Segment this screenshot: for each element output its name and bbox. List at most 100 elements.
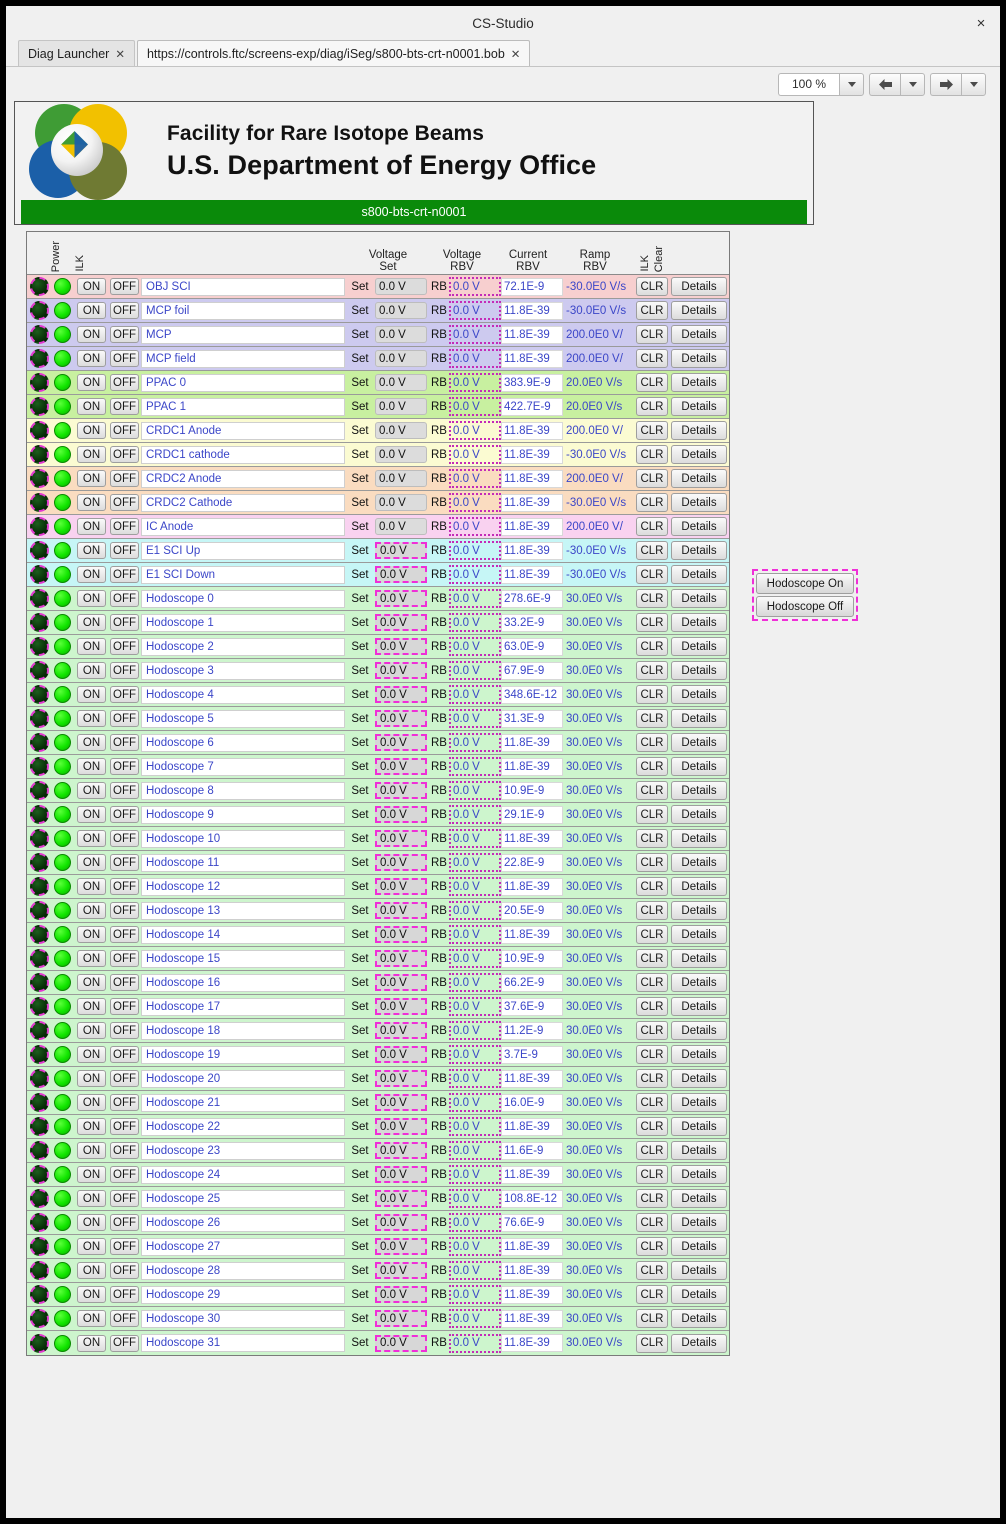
- on-button[interactable]: ON: [77, 1214, 106, 1231]
- zoom-value[interactable]: 100 %: [778, 72, 839, 96]
- clr-button[interactable]: CLR: [636, 445, 668, 464]
- clr-button[interactable]: CLR: [636, 1213, 668, 1232]
- hodoscope-on-button[interactable]: Hodoscope On: [756, 573, 854, 594]
- voltage-set-input[interactable]: 0.0 V: [375, 374, 427, 391]
- on-button[interactable]: ON: [77, 278, 106, 295]
- off-button[interactable]: OFF: [110, 1262, 139, 1279]
- on-button[interactable]: ON: [77, 1046, 106, 1063]
- forward-button[interactable]: [930, 72, 961, 96]
- hodoscope-off-button[interactable]: Hodoscope Off: [756, 596, 854, 617]
- tab-screen-bob[interactable]: https://controls.ftc/screens-exp/diag/iS…: [136, 40, 531, 66]
- on-button[interactable]: ON: [77, 1262, 106, 1279]
- details-button[interactable]: Details: [671, 421, 727, 440]
- off-button[interactable]: OFF: [110, 1166, 139, 1183]
- off-button[interactable]: OFF: [110, 902, 139, 919]
- on-button[interactable]: ON: [77, 758, 106, 775]
- on-button[interactable]: ON: [77, 1190, 106, 1207]
- on-button[interactable]: ON: [77, 374, 106, 391]
- details-button[interactable]: Details: [671, 1237, 727, 1256]
- details-button[interactable]: Details: [671, 1261, 727, 1280]
- off-button[interactable]: OFF: [110, 974, 139, 991]
- on-button[interactable]: ON: [77, 662, 106, 679]
- off-button[interactable]: OFF: [110, 662, 139, 679]
- details-button[interactable]: Details: [671, 1093, 727, 1112]
- off-button[interactable]: OFF: [110, 446, 139, 463]
- details-button[interactable]: Details: [671, 733, 727, 752]
- on-button[interactable]: ON: [77, 1286, 106, 1303]
- zoom-control[interactable]: 100 %: [778, 72, 864, 96]
- clr-button[interactable]: CLR: [636, 589, 668, 608]
- voltage-set-input[interactable]: 0.0 V: [375, 542, 427, 559]
- clr-button[interactable]: CLR: [636, 1189, 668, 1208]
- clr-button[interactable]: CLR: [636, 1237, 668, 1256]
- off-button[interactable]: OFF: [110, 1070, 139, 1087]
- on-button[interactable]: ON: [77, 1022, 106, 1039]
- voltage-set-input[interactable]: 0.0 V: [375, 878, 427, 895]
- off-button[interactable]: OFF: [110, 614, 139, 631]
- on-button[interactable]: ON: [77, 1166, 106, 1183]
- off-button[interactable]: OFF: [110, 830, 139, 847]
- off-button[interactable]: OFF: [110, 1142, 139, 1159]
- clr-button[interactable]: CLR: [636, 949, 668, 968]
- voltage-set-input[interactable]: 0.0 V: [375, 1286, 427, 1303]
- clr-button[interactable]: CLR: [636, 1333, 668, 1353]
- voltage-set-input[interactable]: 0.0 V: [375, 1166, 427, 1183]
- details-button[interactable]: Details: [671, 325, 727, 344]
- on-button[interactable]: ON: [77, 398, 106, 415]
- details-button[interactable]: Details: [671, 661, 727, 680]
- off-button[interactable]: OFF: [110, 1190, 139, 1207]
- off-button[interactable]: OFF: [110, 494, 139, 511]
- on-button[interactable]: ON: [77, 1070, 106, 1087]
- off-button[interactable]: OFF: [110, 950, 139, 967]
- clr-button[interactable]: CLR: [636, 1093, 668, 1112]
- clr-button[interactable]: CLR: [636, 541, 668, 560]
- zoom-dropdown-button[interactable]: [839, 72, 864, 96]
- voltage-set-input[interactable]: 0.0 V: [375, 830, 427, 847]
- clr-button[interactable]: CLR: [636, 1285, 668, 1304]
- voltage-set-input[interactable]: 0.0 V: [375, 734, 427, 751]
- voltage-set-input[interactable]: 0.0 V: [375, 494, 427, 511]
- off-button[interactable]: OFF: [110, 590, 139, 607]
- on-button[interactable]: ON: [77, 518, 106, 535]
- voltage-set-input[interactable]: 0.0 V: [375, 902, 427, 919]
- on-button[interactable]: ON: [77, 566, 106, 583]
- on-button[interactable]: ON: [77, 470, 106, 487]
- details-button[interactable]: Details: [671, 757, 727, 776]
- voltage-set-input[interactable]: 0.0 V: [375, 518, 427, 535]
- on-button[interactable]: ON: [77, 710, 106, 727]
- on-button[interactable]: ON: [77, 1142, 106, 1159]
- clr-button[interactable]: CLR: [636, 733, 668, 752]
- details-button[interactable]: Details: [671, 277, 727, 296]
- details-button[interactable]: Details: [671, 1165, 727, 1184]
- off-button[interactable]: OFF: [110, 566, 139, 583]
- details-button[interactable]: Details: [671, 949, 727, 968]
- voltage-set-input[interactable]: 0.0 V: [375, 950, 427, 967]
- details-button[interactable]: Details: [671, 565, 727, 584]
- details-button[interactable]: Details: [671, 997, 727, 1016]
- details-button[interactable]: Details: [671, 373, 727, 392]
- on-button[interactable]: ON: [77, 686, 106, 703]
- details-button[interactable]: Details: [671, 1213, 727, 1232]
- on-button[interactable]: ON: [77, 1094, 106, 1111]
- details-button[interactable]: Details: [671, 1285, 727, 1304]
- off-button[interactable]: OFF: [110, 302, 139, 319]
- details-button[interactable]: Details: [671, 637, 727, 656]
- voltage-set-input[interactable]: 0.0 V: [375, 638, 427, 655]
- on-button[interactable]: ON: [77, 974, 106, 991]
- details-button[interactable]: Details: [671, 517, 727, 536]
- off-button[interactable]: OFF: [110, 1334, 139, 1352]
- clr-button[interactable]: CLR: [636, 901, 668, 920]
- clr-button[interactable]: CLR: [636, 685, 668, 704]
- details-button[interactable]: Details: [671, 445, 727, 464]
- off-button[interactable]: OFF: [110, 878, 139, 895]
- off-button[interactable]: OFF: [110, 1046, 139, 1063]
- details-button[interactable]: Details: [671, 925, 727, 944]
- clr-button[interactable]: CLR: [636, 1309, 668, 1328]
- off-button[interactable]: OFF: [110, 686, 139, 703]
- off-button[interactable]: OFF: [110, 1238, 139, 1255]
- off-button[interactable]: OFF: [110, 1286, 139, 1303]
- back-button[interactable]: [869, 72, 900, 96]
- tab-close-icon[interactable]: ✕: [511, 47, 521, 61]
- clr-button[interactable]: CLR: [636, 397, 668, 416]
- on-button[interactable]: ON: [77, 422, 106, 439]
